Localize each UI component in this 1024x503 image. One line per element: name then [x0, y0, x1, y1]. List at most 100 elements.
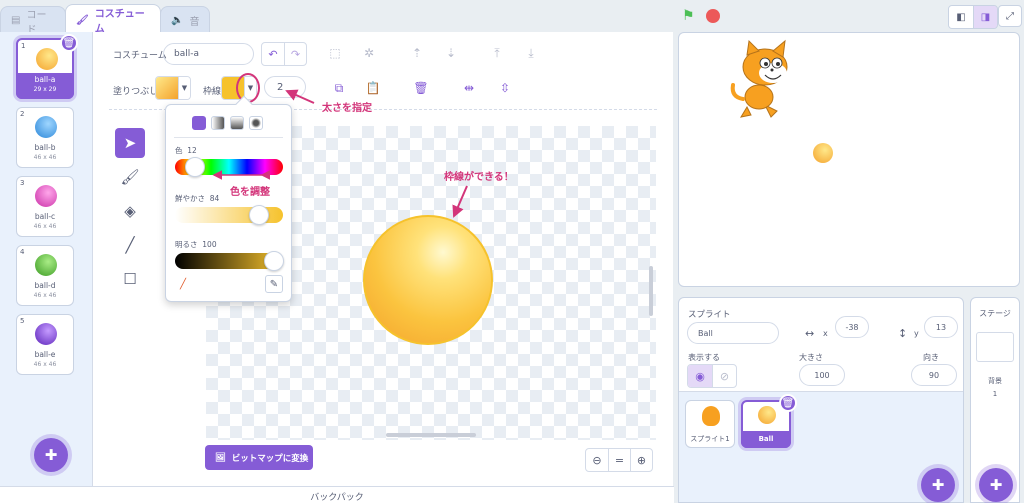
outline-color-popup: 色 12 鮮やかさ 84 明るさ 100 ╱ ✎: [165, 95, 292, 302]
costume-item-1[interactable]: 1 ball-a 29 x 29 🗑: [16, 34, 78, 99]
bucket-icon: ◈: [124, 202, 136, 220]
code-icon: ▤: [11, 15, 21, 26]
stage-ball-sprite: [813, 143, 833, 163]
flip-horizontal-icon[interactable]: ⇹: [459, 78, 479, 98]
tab-sound[interactable]: 🔈 音: [160, 6, 210, 34]
back-icon[interactable]: ⤓: [521, 43, 541, 63]
sprite-x-input[interactable]: -38: [835, 316, 869, 338]
copy-icon[interactable]: ⧉: [329, 78, 349, 98]
image-icon: 🖼: [215, 452, 226, 463]
delete-icon[interactable]: 🗑: [411, 78, 431, 98]
brush-icon: 🖌: [120, 168, 140, 186]
horizontal-arrows-icon: ↔: [805, 327, 815, 340]
rectangle-tool[interactable]: ☐: [115, 264, 145, 294]
redo-icon[interactable]: ↷: [284, 43, 306, 65]
undo-icon[interactable]: ↶: [262, 43, 284, 65]
vertical-scrollbar[interactable]: [649, 266, 653, 316]
green-flag-icon[interactable]: ⚑: [682, 8, 695, 24]
zoom-in-icon[interactable]: ⊕: [630, 449, 652, 471]
choose-sprite-button[interactable]: ✚: [921, 468, 955, 502]
vertical-gradient-button[interactable]: [230, 116, 244, 130]
brightness-slider[interactable]: [175, 251, 284, 271]
gradient-mode-row: [192, 116, 263, 130]
choose-costume-button[interactable]: ✚: [34, 438, 68, 472]
stage-select-panel[interactable]: ステージ 背景 1 ✚: [970, 297, 1020, 503]
costume-item-2[interactable]: 2 ball-b 46 x 46: [16, 107, 74, 168]
zoom-reset-icon[interactable]: =: [608, 449, 630, 471]
sprite-thumb-2[interactable]: Ball 🗑: [741, 394, 797, 448]
costume-item-5[interactable]: 5 ball-e 46 x 46: [16, 314, 74, 375]
zoom-controls: ⊖ = ⊕: [585, 448, 653, 472]
saturation-slider[interactable]: [175, 205, 283, 225]
costume-thumbnail: [35, 116, 57, 138]
speaker-icon: 🔈: [171, 15, 184, 26]
sprite-name-input[interactable]: Ball: [687, 322, 779, 344]
solid-mode-button[interactable]: [192, 116, 206, 130]
stop-icon[interactable]: [706, 9, 720, 23]
sprite-info-panel: スプライト Ball ↔ x -38 ↕ y 13 表示する ◉ ⊘ 大きさ 1…: [678, 297, 964, 503]
eye-icon[interactable]: ◉: [688, 365, 712, 387]
costume-thumbnail: [36, 48, 58, 70]
fill-tool[interactable]: ◈: [115, 196, 145, 226]
costume-item-3[interactable]: 3 ball-c 46 x 46: [16, 176, 74, 237]
ungroup-icon[interactable]: ✲: [359, 43, 379, 63]
outline-width-input[interactable]: 2: [264, 76, 306, 98]
pointer-icon: ➤: [123, 134, 137, 152]
no-color-icon[interactable]: ╱: [174, 275, 192, 293]
backpack[interactable]: バックパック: [0, 486, 674, 503]
vertical-arrows-icon: ↕: [898, 327, 908, 340]
forward-icon[interactable]: ⇡: [407, 43, 427, 63]
eyedropper-icon[interactable]: ✎: [265, 275, 283, 293]
color-slider-knob[interactable]: [185, 157, 205, 177]
undo-redo-group: ↶ ↷: [261, 42, 307, 66]
image-plus-icon: ✚: [989, 476, 1003, 494]
costume-item-4[interactable]: 4 ball-d 46 x 46: [16, 245, 74, 306]
sprite-y-input[interactable]: 13: [924, 316, 958, 338]
cat-thumbnail: [702, 406, 720, 426]
trash-icon[interactable]: 🗑: [60, 34, 78, 52]
line-tool[interactable]: ╱: [115, 230, 145, 260]
tab-code[interactable]: ▤ コード: [0, 6, 66, 36]
zoom-out-icon[interactable]: ⊖: [586, 449, 608, 471]
cat-plus-icon: ✚: [44, 446, 58, 464]
radial-gradient-button[interactable]: [249, 116, 263, 130]
cat-plus-icon: ✚: [931, 476, 945, 494]
stage[interactable]: [678, 32, 1020, 287]
tab-costume[interactable]: 🖌 コスチューム: [65, 4, 161, 35]
costume-thumbnail: [35, 185, 57, 207]
horizontal-gradient-button[interactable]: [211, 116, 225, 130]
group-icon[interactable]: ⬚: [325, 43, 345, 63]
eye-off-icon[interactable]: ⊘: [712, 365, 736, 387]
sprite-size-input[interactable]: 100: [799, 364, 845, 386]
brush-tool[interactable]: 🖌: [115, 162, 145, 192]
color-slider[interactable]: [175, 157, 283, 177]
small-stage-icon[interactable]: ◧: [949, 6, 973, 28]
flip-vertical-icon[interactable]: ⇳: [495, 78, 515, 98]
brush-icon: 🖌: [76, 14, 89, 26]
fullscreen-icon[interactable]: ⤢: [998, 5, 1022, 27]
brightness-slider-knob[interactable]: [264, 251, 284, 271]
thickness-annotation: 太さを指定: [322, 103, 372, 114]
saturation-slider-knob[interactable]: [249, 205, 269, 225]
sprite-thumb-1[interactable]: スプライト1: [685, 400, 735, 448]
backward-icon[interactable]: ⇣: [441, 43, 461, 63]
costume-name-input[interactable]: ball-a: [163, 43, 254, 65]
stage-size-toggle: ◧ ◨: [948, 5, 998, 29]
select-tool[interactable]: ➤: [115, 128, 145, 158]
costume-thumbnail: [35, 254, 57, 276]
sprite-list: スプライト1 Ball 🗑 ✚: [679, 391, 963, 502]
sprite-direction-input[interactable]: 90: [911, 364, 957, 386]
horizontal-scrollbar[interactable]: [386, 433, 476, 437]
trash-icon[interactable]: 🗑: [779, 394, 797, 412]
rectangle-icon: ☐: [123, 270, 137, 288]
paste-icon[interactable]: 📋: [363, 78, 383, 98]
costume-thumbnail: [35, 323, 57, 345]
ball-shape[interactable]: [363, 215, 493, 345]
fill-color-picker[interactable]: ▼: [155, 76, 191, 100]
choose-backdrop-button[interactable]: ✚: [979, 468, 1013, 502]
front-icon[interactable]: ⤒: [487, 43, 507, 63]
cat-sprite: [730, 39, 788, 118]
normal-stage-icon[interactable]: ◨: [973, 6, 997, 28]
convert-to-bitmap-button[interactable]: 🖼 ビットマップに変換: [205, 445, 313, 470]
line-icon: ╱: [125, 236, 135, 254]
